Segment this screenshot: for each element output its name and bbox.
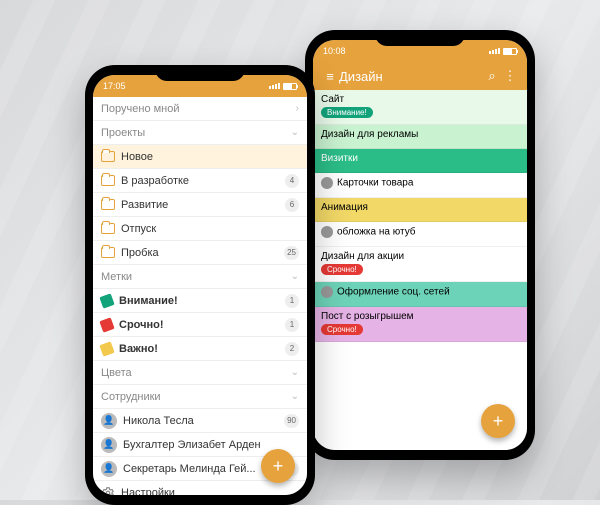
section-tags[interactable]: Метки ⌄ xyxy=(93,265,307,289)
section-projects[interactable]: Проекты ⌄ xyxy=(93,121,307,145)
count-badge: 25 xyxy=(284,246,299,260)
chevron-down-icon: ⌄ xyxy=(291,127,299,138)
section-colors[interactable]: Цвета ⌄ xyxy=(93,361,307,385)
tag-item[interactable]: Важно! 2 xyxy=(93,337,307,361)
project-item[interactable]: Пробка 25 xyxy=(93,241,307,265)
battery-icon xyxy=(283,83,297,90)
task-card[interactable]: Визитки xyxy=(313,149,527,173)
avatar xyxy=(321,286,333,298)
tag-icon xyxy=(99,317,114,332)
folder-icon xyxy=(101,247,115,258)
battery-icon xyxy=(503,48,517,55)
avatar: 👤 xyxy=(101,461,117,477)
tag-item[interactable]: Срочно! 1 xyxy=(93,313,307,337)
status-time: 10:08 xyxy=(323,46,346,56)
fab-add-button[interactable]: + xyxy=(481,404,515,438)
task-card[interactable]: Анимация xyxy=(313,198,527,222)
more-icon[interactable]: ⋮ xyxy=(501,68,519,84)
count-badge: 90 xyxy=(284,414,299,428)
person-item[interactable]: 👤 Никола Тесла 90 xyxy=(93,409,307,433)
avatar: 👤 xyxy=(101,413,117,429)
signal-icon xyxy=(489,48,500,54)
avatar xyxy=(321,177,333,189)
section-assigned[interactable]: Поручено мной › xyxy=(93,97,307,121)
project-item[interactable]: Отпуск xyxy=(93,217,307,241)
tag-icon xyxy=(99,293,114,308)
chevron-down-icon: ⌄ xyxy=(291,391,299,402)
menu-icon[interactable]: ≡ xyxy=(321,69,339,84)
folder-icon xyxy=(101,151,115,162)
page-title: Дизайн xyxy=(339,69,483,84)
chevron-down-icon: ⌄ xyxy=(291,367,299,378)
folder-icon xyxy=(101,223,115,234)
task-card[interactable]: Дизайн для рекламы xyxy=(313,125,527,149)
project-item[interactable]: Развитие 6 xyxy=(93,193,307,217)
count-badge: 1 xyxy=(285,294,299,308)
count-badge: 1 xyxy=(285,318,299,332)
settings-item[interactable]: Настройки xyxy=(93,481,307,495)
gear-icon xyxy=(101,486,115,496)
phone-right: 10:08 ≡ Дизайн ⌕ ⋮ Сайт Внимание! Дизайн д… xyxy=(305,30,535,460)
task-card[interactable]: обложка на ютуб xyxy=(313,222,527,247)
task-title: Дизайн для рекламы xyxy=(321,129,519,140)
task-title: Дизайн для акции xyxy=(321,251,519,262)
count-badge: 2 xyxy=(285,342,299,356)
task-title: Оформление соц. сетей xyxy=(321,286,519,298)
chevron-right-icon: › xyxy=(296,103,299,114)
task-card[interactable]: Пост с розыгрышем Срочно! xyxy=(313,307,527,342)
task-card[interactable]: Сайт Внимание! xyxy=(313,90,527,125)
phone-left: 17:05 Поручено мной › Проекты ⌄ Новое В … xyxy=(85,65,315,505)
project-item[interactable]: В разработке 4 xyxy=(93,169,307,193)
avatar: 👤 xyxy=(101,437,117,453)
tag-chip: Срочно! xyxy=(321,324,363,335)
notch xyxy=(375,30,465,46)
task-title: Анимация xyxy=(321,202,519,213)
project-item[interactable]: Новое xyxy=(93,145,307,169)
tag-chip: Срочно! xyxy=(321,264,363,275)
notch xyxy=(155,65,245,81)
signal-icon xyxy=(269,83,280,89)
folder-icon xyxy=(101,199,115,210)
task-title: Сайт xyxy=(321,94,519,105)
search-icon[interactable]: ⌕ xyxy=(483,68,501,84)
task-card[interactable]: Карточки товара xyxy=(313,173,527,198)
count-badge: 4 xyxy=(285,174,299,188)
count-badge: 6 xyxy=(285,198,299,212)
fab-add-button[interactable]: + xyxy=(261,449,295,483)
folder-icon xyxy=(101,175,115,186)
task-title: Пост с розыгрышем xyxy=(321,311,519,322)
tag-item[interactable]: Внимание! 1 xyxy=(93,289,307,313)
sidebar-list[interactable]: Поручено мной › Проекты ⌄ Новое В разраб… xyxy=(93,97,307,495)
chevron-down-icon: ⌄ xyxy=(291,271,299,282)
task-title: Визитки xyxy=(321,153,519,164)
appbar: ≡ Дизайн ⌕ ⋮ xyxy=(313,62,527,90)
task-list[interactable]: Сайт Внимание! Дизайн для рекламы Визитки Ка… xyxy=(313,90,527,450)
status-time: 17:05 xyxy=(103,81,126,91)
section-people[interactable]: Сотрудники ⌄ xyxy=(93,385,307,409)
task-title: Карточки товара xyxy=(321,177,519,189)
task-title: обложка на ютуб xyxy=(321,226,519,238)
avatar xyxy=(321,226,333,238)
tag-chip: Внимание! xyxy=(321,107,373,118)
task-card[interactable]: Дизайн для акции Срочно! xyxy=(313,247,527,282)
task-card[interactable]: Оформление соц. сетей xyxy=(313,282,527,307)
tag-icon xyxy=(99,341,114,356)
